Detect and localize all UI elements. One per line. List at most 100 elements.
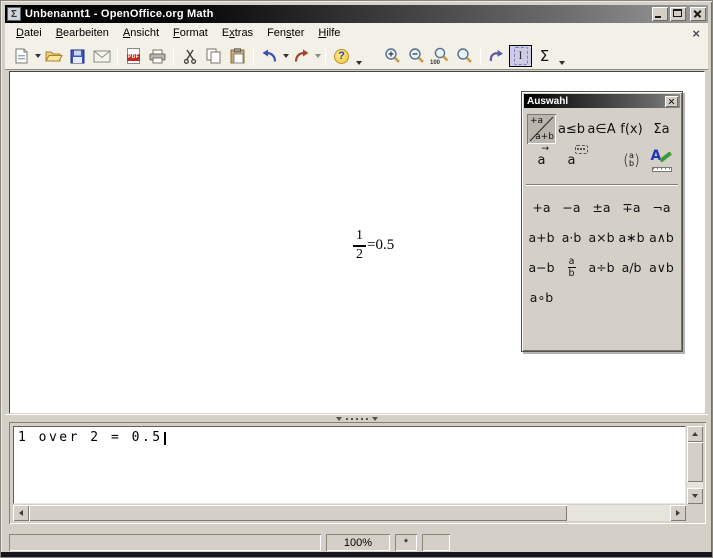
symbol-a-minus-b[interactable]: a−b: [527, 253, 556, 282]
auswahl-categories: +a a+b a≤b a∈A f(x) Σa → a a: [522, 110, 682, 175]
symbol-a-div-b[interactable]: a÷b: [587, 253, 616, 282]
paste-clipboard-icon: [230, 48, 245, 64]
menu-datei[interactable]: Datei: [9, 24, 49, 42]
category-relations[interactable]: a≤b: [557, 114, 586, 144]
symbol-plus-a[interactable]: +a: [527, 193, 556, 222]
new-dropdown-arrow[interactable]: [35, 54, 41, 58]
attributes-icon: → a: [538, 153, 546, 168]
maximize-button[interactable]: [670, 7, 686, 21]
menu-fenster[interactable]: Fenster: [260, 24, 311, 42]
print-button[interactable]: [146, 45, 169, 67]
menu-extras[interactable]: Extras: [215, 24, 260, 42]
zoom-button[interactable]: [453, 45, 476, 67]
export-pdf-button[interactable]: PDF: [122, 45, 145, 67]
symbol-a-over-b[interactable]: a b: [557, 253, 586, 282]
arrow-left-icon: [19, 510, 23, 516]
email-button[interactable]: [90, 45, 113, 67]
status-zoom-field[interactable]: 100%: [326, 534, 390, 551]
zoom-100-label: 100: [430, 60, 440, 66]
formula-rhs: =0.5: [367, 237, 394, 254]
symbol-a-ast-b[interactable]: a∗b: [617, 223, 646, 252]
symbol-a-and-b[interactable]: a∧b: [647, 223, 676, 252]
category-formats[interactable]: A: [647, 145, 676, 175]
menu-ansicht[interactable]: Ansicht: [116, 24, 166, 42]
undo-button[interactable]: [258, 45, 281, 67]
zoom-out-button[interactable]: [405, 45, 428, 67]
auswahl-close-button[interactable]: [665, 96, 678, 107]
printer-icon: [149, 49, 166, 64]
toolbar-overflow-button[interactable]: [354, 45, 366, 67]
category-set-operations[interactable]: a∈A: [587, 114, 616, 144]
category-operators[interactable]: Σa: [647, 114, 676, 144]
command-input[interactable]: 1 over 2 = 0.5: [13, 426, 686, 504]
category-others[interactable]: a: [557, 145, 586, 175]
save-button[interactable]: [66, 45, 89, 67]
horizontal-scroll-track[interactable]: [29, 505, 670, 521]
window-title: Unbenannt1 - OpenOffice.org Math: [25, 8, 214, 20]
menu-hilfe[interactable]: Hilfe: [311, 24, 347, 42]
cut-button[interactable]: [178, 45, 201, 67]
arrow-up-icon: [692, 432, 698, 436]
close-button[interactable]: [690, 7, 706, 21]
minimize-icon: [655, 16, 661, 18]
copy-button[interactable]: [202, 45, 225, 67]
open-button[interactable]: [42, 45, 65, 67]
toolbar-separator: [480, 47, 481, 65]
undo-arrow-icon: [261, 49, 278, 63]
symbol-minus-a[interactable]: −a: [557, 193, 586, 222]
view-splitter[interactable]: [5, 414, 708, 422]
splitter-handle[interactable]: [346, 418, 368, 420]
overflow-arrow-icon: [356, 61, 362, 65]
category-attributes[interactable]: → a: [527, 145, 556, 175]
auswahl-symbols: +a −a ±a ∓a ¬a a+b a·b a×b a∗b a∧b a−b a…: [522, 187, 682, 318]
update-button[interactable]: [485, 45, 508, 67]
close-document-icon[interactable]: ×: [692, 27, 700, 40]
symbol-a-cdot-b[interactable]: a·b: [557, 223, 586, 252]
toolbar-overflow-button[interactable]: [557, 45, 569, 67]
auswahl-palette: Auswahl +a a+b a≤b a∈A f(x) Σa → a: [521, 91, 683, 352]
statusbar: 100% *: [5, 530, 708, 554]
rendered-formula: 1 2 =0.5: [353, 229, 394, 262]
symbol-a-slash-b[interactable]: a/b: [617, 253, 646, 282]
symbols-catalog-button[interactable]: Σ: [533, 45, 556, 67]
symbol-plusminus-a[interactable]: ±a: [587, 193, 616, 222]
command-horizontal-scrollbar[interactable]: [13, 505, 686, 521]
fraction-numerator: 1: [356, 229, 363, 244]
vertical-scroll-thumb[interactable]: [687, 442, 703, 482]
zoom-in-icon: [384, 47, 402, 65]
auswahl-titlebar[interactable]: Auswahl: [524, 94, 680, 108]
zoom-in-button[interactable]: [381, 45, 404, 67]
horizontal-scroll-thumb[interactable]: [29, 505, 567, 521]
scroll-up-button[interactable]: [687, 426, 703, 442]
minimize-button[interactable]: [652, 7, 668, 21]
symbol-a-plus-b[interactable]: a+b: [527, 223, 556, 252]
symbol-neg-a[interactable]: ¬a: [647, 193, 676, 222]
symbol-a-circ-b[interactable]: a∘b: [527, 283, 556, 312]
category-brackets[interactable]: ( a b ): [617, 145, 646, 175]
formats-icon: A: [650, 148, 674, 172]
symbol-a-or-b[interactable]: a∨b: [647, 253, 676, 282]
redo-button[interactable]: [290, 45, 313, 67]
symbol-a-times-b[interactable]: a×b: [587, 223, 616, 252]
scroll-left-button[interactable]: [13, 505, 29, 521]
undo-dropdown-arrow[interactable]: [283, 54, 289, 58]
close-icon: [690, 7, 706, 21]
unary-binary-icon: +a a+b: [529, 116, 554, 142]
redo-dropdown-arrow[interactable]: [315, 54, 321, 58]
new-document-button[interactable]: [10, 45, 33, 67]
maximize-icon: [673, 9, 682, 17]
category-unary-binary-operators[interactable]: +a a+b: [527, 114, 556, 144]
scroll-right-button[interactable]: [670, 505, 686, 521]
zoom-100-button[interactable]: 100: [429, 45, 452, 67]
command-vertical-scrollbar[interactable]: [687, 426, 703, 504]
formula-cursor-button[interactable]: I: [509, 45, 532, 67]
menu-format[interactable]: Format: [166, 24, 215, 42]
paste-button[interactable]: [226, 45, 249, 67]
help-button[interactable]: ?: [330, 45, 353, 67]
command-window: 1 over 2 = 0.5: [9, 422, 706, 524]
scroll-down-button[interactable]: [687, 488, 703, 504]
menu-bearbeiten[interactable]: Bearbeiten: [49, 24, 116, 42]
titlebar[interactable]: Σ Unbenannt1 - OpenOffice.org Math: [5, 5, 708, 23]
symbol-minusplus-a[interactable]: ∓a: [617, 193, 646, 222]
category-functions[interactable]: f(x): [617, 114, 646, 144]
